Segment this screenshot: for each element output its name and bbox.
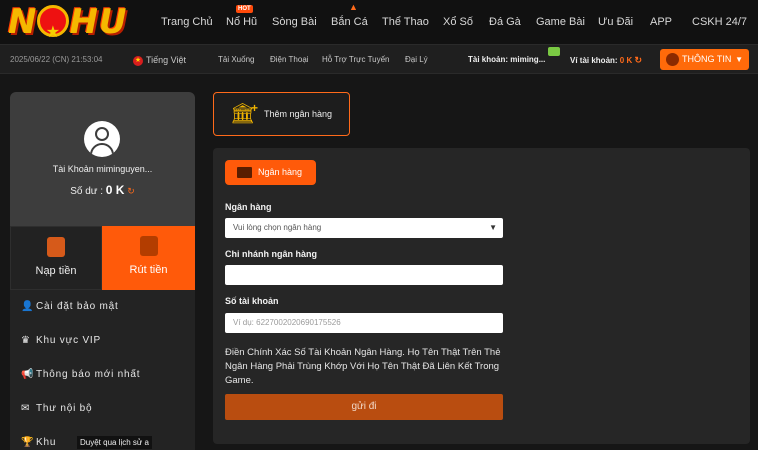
- balance-label: Số dư :: [70, 186, 104, 197]
- megaphone-icon: 📢: [21, 369, 34, 380]
- profile-card: [10, 92, 195, 226]
- top-navigation: N ★ HU Trang Chủ HOT Nổ Hũ Sòng Bài ▲ Bắn …: [0, 0, 758, 44]
- tab-bank-label: Ngân hàng: [258, 167, 303, 177]
- trophy-icon: 🏆: [21, 437, 34, 448]
- secondary-bar: 2025/06/22 (CN) 21:53:04 ★ Tiếng Việt Tải…: [0, 44, 758, 74]
- language-label: Tiếng Việt: [146, 55, 187, 65]
- nav-item-uu-dai[interactable]: Ưu Đãi: [598, 0, 633, 44]
- sidebar-item-notifications[interactable]: 📢 Thông báo mới nhất: [10, 358, 195, 392]
- sidebar-item-label: Cài đặt bảo mật: [36, 301, 119, 312]
- refresh-balance-icon[interactable]: ↻: [127, 186, 135, 196]
- account-info: Tài khoản: miming...: [468, 45, 545, 75]
- nav-item-game-bai[interactable]: Game Bài: [536, 0, 585, 44]
- avatar: [84, 121, 120, 157]
- branch-input[interactable]: [225, 265, 503, 285]
- withdraw-icon: [139, 236, 158, 256]
- sidebar-item-label: Thư nội bộ: [36, 403, 93, 414]
- sidebar-menu: 👤 Cài đặt bảo mật ♛ Khu vực VIP 📢 Thông …: [10, 290, 195, 450]
- card-icon: [237, 167, 252, 178]
- add-bank-button[interactable]: 🏛 + Thêm ngân hàng: [213, 92, 350, 136]
- sidebar-item-security[interactable]: 👤 Cài đặt bảo mật: [10, 290, 195, 324]
- link-online-support[interactable]: Hỗ Trợ Trực Tuyến: [322, 45, 390, 75]
- account-value: miming...: [510, 55, 546, 64]
- wallet-value: 0 K: [619, 56, 633, 65]
- nav-item-cskh[interactable]: CSKH 24/7: [692, 0, 747, 44]
- sidebar-item-label: Khu vực VIP: [36, 335, 101, 346]
- tab-bank[interactable]: Ngân hàng: [225, 160, 316, 185]
- bank-label: Ngân hàng: [225, 202, 272, 212]
- refresh-icon[interactable]: ↻: [634, 55, 642, 65]
- language-selector[interactable]: ★ Tiếng Việt: [133, 45, 186, 75]
- tab-withdraw[interactable]: Rút tiền: [102, 226, 195, 290]
- logo-text: N ★ HU: [8, 2, 128, 42]
- bank-select[interactable]: Vui lòng chọn ngân hàng ▼: [225, 218, 503, 238]
- envelope-icon: ✉: [21, 403, 30, 414]
- sidebar-item-label: Khu: [36, 437, 57, 448]
- user-gear-icon: 👤: [21, 301, 34, 312]
- chevron-down-icon: ▼: [735, 55, 743, 64]
- balance-value: 0 K: [105, 183, 125, 197]
- nav-item-the-thao[interactable]: Thể Thao: [382, 0, 429, 44]
- nav-item-xo-so[interactable]: Xổ Số: [443, 0, 473, 44]
- link-phone[interactable]: Điện Thoại: [270, 45, 309, 75]
- profile-balance: Số dư : 0 K ↻: [10, 183, 195, 197]
- tab-withdraw-label: Rút tiền: [129, 264, 168, 276]
- wallet-label: Ví tài khoản:: [570, 56, 618, 65]
- account-number-placeholder: Ví dụ: 6227002020690175526: [233, 318, 341, 327]
- add-bank-label: Thêm ngân hàng: [264, 109, 333, 119]
- tab-deposit[interactable]: Nạp tiền: [10, 226, 102, 290]
- sidebar-item-vip[interactable]: ♛ Khu vực VIP: [10, 324, 195, 358]
- nav-item-trang-chu[interactable]: Trang Chủ: [161, 0, 213, 44]
- sidebar-item-label: Thông báo mới nhất: [36, 369, 141, 380]
- link-download[interactable]: Tải Xuống: [218, 45, 254, 75]
- tab-deposit-label: Nạp tiền: [35, 265, 77, 277]
- vietnam-flag-icon: ★: [133, 55, 143, 66]
- nav-item-song-bai[interactable]: Sòng Bài: [272, 0, 317, 44]
- account-label: Tài khoản:: [468, 55, 509, 64]
- instruction-note: Điền Chính Xác Số Tài Khoản Ngân Hàng. H…: [225, 347, 501, 386]
- deposit-icon: [47, 237, 65, 257]
- profile-account-name: Tài Khoản miminguyen...: [52, 164, 153, 174]
- sidebar-item-inbox[interactable]: ✉ Thư nội bộ: [10, 392, 195, 426]
- info-button-label: THÔNG TIN: [682, 54, 732, 64]
- tooltip: Duyệt qua lịch sử a: [77, 436, 152, 449]
- nav-item-app[interactable]: APP: [650, 0, 672, 44]
- chevron-down-icon: ▼: [489, 223, 497, 232]
- plus-icon: +: [251, 101, 259, 115]
- submit-button[interactable]: gửi đi: [225, 394, 503, 420]
- info-button[interactable]: THÔNG TIN ▼: [660, 49, 749, 70]
- brand-logo[interactable]: N ★ HU: [8, 2, 132, 42]
- link-agent[interactable]: Đại Lý: [405, 45, 428, 75]
- crown-icon: ♛: [21, 335, 30, 346]
- nav-item-da-ga[interactable]: Đá Gà: [489, 0, 521, 44]
- branch-label: Chi nhánh ngân hàng: [225, 249, 317, 259]
- nav-item-ban-ca[interactable]: Bắn Cá: [331, 0, 368, 44]
- message-icon[interactable]: [548, 47, 560, 56]
- user-icon: [666, 53, 679, 66]
- nav-item-no-hu[interactable]: Nổ Hũ: [226, 0, 257, 44]
- account-number-input[interactable]: Ví dụ: 6227002020690175526: [225, 313, 503, 333]
- current-datetime: 2025/06/22 (CN) 21:53:04: [10, 55, 103, 64]
- wallet-info: Ví tài khoản: 0 K ↻: [570, 45, 642, 75]
- bank-select-value: Vui lòng chọn ngân hàng: [233, 223, 322, 232]
- account-number-label: Số tài khoản: [225, 296, 279, 306]
